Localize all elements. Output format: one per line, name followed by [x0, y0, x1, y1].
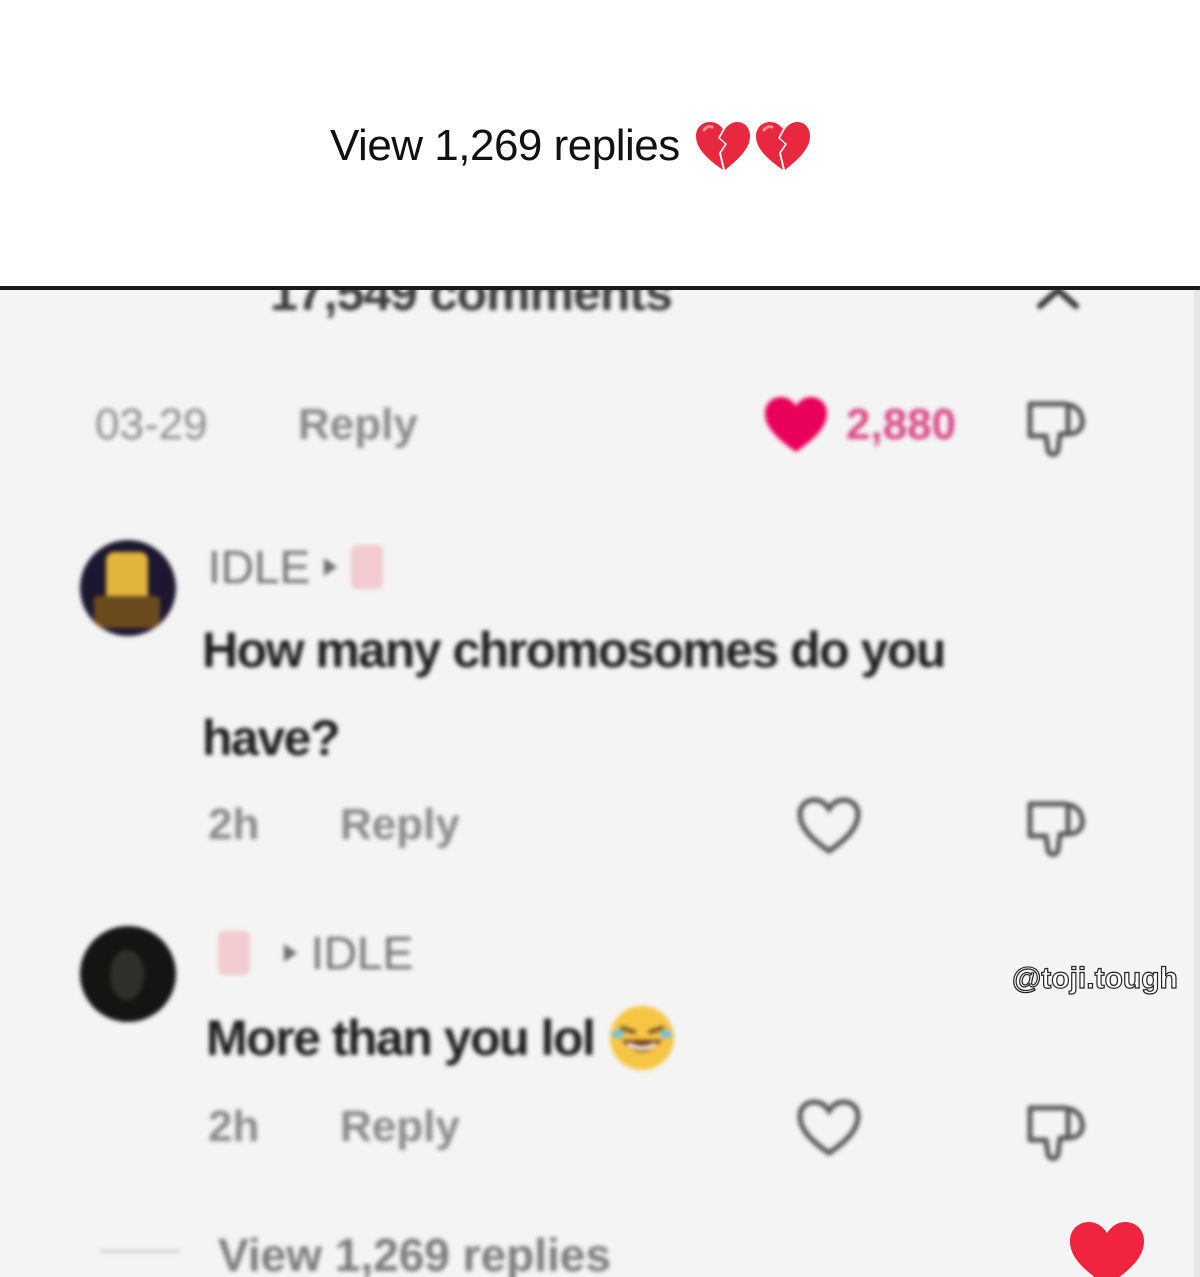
- comment-date: 03-29: [95, 400, 208, 449]
- caption-emoji-group: [694, 120, 812, 172]
- replies-divider: [100, 1250, 180, 1253]
- caption-text: View 1,269 replies: [330, 121, 680, 170]
- reply-arrow-icon: [324, 558, 338, 576]
- comment-time: 2h: [208, 800, 260, 849]
- comment-text-line: More than you lol: [206, 1010, 596, 1066]
- comments-screenshot: 17,549 comments 03-29 Reply 2,880 IDLE H…: [0, 290, 1200, 1277]
- comments-sheet: 17,549 comments 03-29 Reply 2,880 IDLE H…: [0, 290, 1200, 1277]
- sticker-icon: [351, 545, 384, 589]
- floating-heart-icon: [1070, 1222, 1144, 1277]
- comment-text: More than you lol: [206, 994, 678, 1082]
- avatar[interactable]: [80, 926, 176, 1022]
- screenshot-root: View 1,269 replies 17,549 comments 03-29…: [0, 0, 1200, 1277]
- heart-outline-icon[interactable]: [796, 1098, 862, 1158]
- caption: View 1,269 replies: [330, 120, 812, 172]
- dislike-icon[interactable]: [1022, 398, 1092, 460]
- view-replies-button[interactable]: View 1,269 replies: [218, 1228, 611, 1277]
- frame-edge: [1194, 290, 1200, 1277]
- username-label: IDLE: [208, 541, 311, 593]
- comment-text-line: How many chromosomes do you: [202, 622, 946, 678]
- comment-text: How many chromosomes do you have?: [202, 606, 946, 782]
- reply-button[interactable]: Reply: [340, 800, 460, 850]
- reply-button[interactable]: Reply: [298, 400, 418, 450]
- reply-arrow-icon: [284, 944, 297, 962]
- like-count: 2,880: [846, 400, 957, 449]
- watermark: @toji.tough: [1011, 961, 1178, 995]
- close-icon[interactable]: [1030, 290, 1086, 328]
- username-label: IDLE: [311, 927, 414, 979]
- dislike-icon[interactable]: [1022, 798, 1092, 860]
- comment-time: 2h: [208, 1102, 260, 1151]
- broken-heart-icon: [695, 122, 750, 170]
- broken-heart-icon: [755, 122, 810, 170]
- comment-text-line: have?: [202, 710, 341, 766]
- avatar[interactable]: [80, 540, 176, 636]
- comment-username[interactable]: IDLE: [218, 926, 413, 980]
- comments-count: 17,549 comments: [270, 290, 673, 321]
- caption-panel: View 1,269 replies: [0, 0, 1200, 286]
- heart-outline-icon[interactable]: [796, 796, 862, 856]
- laughing-face-icon: [610, 1006, 675, 1070]
- dislike-icon[interactable]: [1022, 1102, 1092, 1164]
- comment-username[interactable]: IDLE: [208, 540, 384, 594]
- heart-filled-icon[interactable]: [762, 394, 830, 456]
- reply-button[interactable]: Reply: [340, 1102, 460, 1152]
- sticker-icon: [218, 931, 250, 975]
